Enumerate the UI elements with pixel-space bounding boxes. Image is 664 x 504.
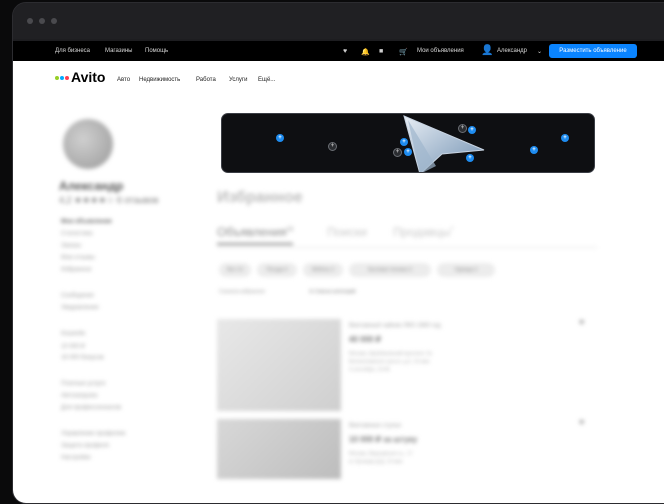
hotspot-node[interactable]: +: [561, 134, 569, 142]
logo-dot-green: [55, 76, 59, 81]
filter-chip[interactable]: Посуда 4: [257, 263, 297, 277]
cursor-arrow-graphic: [403, 115, 485, 172]
logo-dot-red: [65, 76, 69, 81]
card-location: Москва, Щербаковский проспект, 5к: [349, 351, 432, 357]
user-menu[interactable]: Александр: [497, 48, 527, 54]
tab-searches[interactable]: Поиски: [327, 225, 367, 239]
chat-icon[interactable]: ■: [379, 48, 383, 55]
filter-chip[interactable]: Бытовая техника 3: [349, 263, 431, 277]
heart-icon[interactable]: ♥: [343, 48, 347, 55]
link-shops[interactable]: Магазины: [105, 48, 132, 54]
nav-realty[interactable]: Недвижимость: [139, 77, 180, 83]
filter-chip[interactable]: Одежда 3: [437, 263, 495, 277]
tab-sellers-label: Продавцы: [393, 225, 451, 239]
cart-icon[interactable]: 🛒: [399, 48, 408, 56]
profile-avatar: [63, 119, 113, 169]
browser-window: Для бизнеса Магазины Помощь ♥ 🔔 ■ 🛒 Мои …: [12, 2, 664, 504]
filter-chip[interactable]: Все 13: [219, 263, 251, 277]
link-help[interactable]: Помощь: [145, 48, 168, 54]
nav-auto[interactable]: Авто: [117, 77, 130, 83]
profile-name: Александр: [59, 179, 124, 193]
window-close-dot[interactable]: [27, 18, 33, 24]
hotspot-node[interactable]: +: [468, 126, 476, 134]
favorite-heart-icon[interactable]: ♥: [579, 317, 584, 327]
chevron-down-icon[interactable]: ⌄: [537, 48, 542, 55]
sidebar-item[interactable]: Уведомления: [61, 305, 99, 311]
tab-ads[interactable]: Объявления13: [217, 225, 294, 245]
hotspot-node[interactable]: +: [400, 138, 408, 146]
tab-ads-label: Объявления: [217, 225, 287, 239]
sidebar-item[interactable]: Сообщения: [61, 293, 94, 299]
card-date: 4 сентября, 19:45: [349, 367, 390, 373]
filter-chip[interactable]: Мебель 3: [303, 263, 343, 277]
page-title: Избранное: [217, 189, 303, 206]
card-location: Москва, Варшавское ш., 17: [349, 451, 413, 457]
card-title[interactable]: Винтажный чайник ЛФЗ 1960 год: [349, 323, 441, 329]
sidebar-item[interactable]: Управление профилем: [61, 431, 125, 437]
favorite-heart-icon[interactable]: ♥: [579, 417, 584, 427]
tab-ads-count: 13: [286, 227, 294, 233]
window-titlebar: [13, 3, 664, 39]
card-price: 40 000 ₽: [349, 335, 381, 344]
sidebar-item[interactable]: Мои отзывы: [61, 255, 95, 261]
link-my-ads[interactable]: Мои объявления: [417, 48, 464, 54]
sidebar-item[interactable]: 10 000 ₽: [61, 343, 85, 350]
sidebar-item[interactable]: 16 000 бонусов: [61, 355, 104, 361]
card-location-detail: Волоколамское шоссе, д.2, 15 мин: [349, 359, 430, 365]
category-list-toggle[interactable]: ⇅ Список категорий: [309, 289, 355, 295]
hotspot-node[interactable]: +: [276, 134, 284, 142]
sidebar-item[interactable]: Избранное: [61, 267, 91, 273]
card-image[interactable]: [217, 419, 341, 479]
nav-more[interactable]: Ещё...: [258, 77, 275, 83]
sidebar-item[interactable]: Мои объявления: [61, 219, 112, 225]
hotspot-node-inactive[interactable]: +: [328, 142, 337, 151]
hotspot-node-inactive[interactable]: +: [458, 124, 467, 133]
link-business[interactable]: Для бизнеса: [55, 48, 90, 54]
sidebar-item[interactable]: Для профессионалов: [61, 405, 121, 411]
card-price: 10 000 ₽ за штуку: [349, 435, 418, 444]
sidebar-item[interactable]: Платные услуги: [61, 381, 105, 387]
window-zoom-dot[interactable]: [51, 18, 57, 24]
hotspot-node-inactive[interactable]: +: [393, 148, 402, 157]
tab-sellers-count: 7: [450, 227, 454, 233]
tabs-divider: [217, 247, 597, 248]
card-location-detail: м. Бульвар Д.Д, 15 мин: [349, 459, 403, 465]
sidebar-item[interactable]: Настройки: [61, 455, 90, 461]
sidebar-item[interactable]: Автозагрузка: [61, 393, 97, 399]
bell-icon[interactable]: 🔔: [361, 48, 370, 56]
sort-selector[interactable]: Сначала избранное: [219, 289, 265, 295]
top-utility-bar: Для бизнеса Магазины Помощь ♥ 🔔 ■ 🛒 Мои …: [13, 41, 664, 61]
sidebar-item[interactable]: Кошелёк: [61, 331, 85, 337]
profile-rating: 4,2 ★★★★☆ 6 отзывов: [59, 195, 159, 205]
logo-dot-blue: [60, 76, 64, 81]
post-ad-button[interactable]: Разместить объявление: [549, 44, 637, 58]
hotspot-node[interactable]: +: [466, 154, 474, 162]
logo-text: Avito: [71, 69, 106, 85]
avito-logo[interactable]: Avito: [55, 69, 105, 85]
hotspot-node[interactable]: +: [404, 148, 412, 156]
sidebar-item[interactable]: Статистика: [61, 231, 93, 237]
sidebar-item[interactable]: Защита профиля: [61, 443, 109, 449]
nav-services[interactable]: Услуги: [229, 77, 247, 83]
window-minimize-dot[interactable]: [39, 18, 45, 24]
sidebar-item[interactable]: Заказы: [61, 243, 81, 249]
nav-jobs[interactable]: Работа: [196, 77, 216, 83]
hotspot-node[interactable]: +: [530, 146, 538, 154]
card-image[interactable]: [217, 319, 341, 411]
user-avatar-icon[interactable]: 👤: [481, 45, 493, 56]
card-title[interactable]: Винтажные стулья: [349, 423, 401, 429]
annotation-overlay-panel: + + + + + + + + + +: [221, 113, 595, 173]
tab-sellers[interactable]: Продавцы7: [393, 225, 454, 239]
